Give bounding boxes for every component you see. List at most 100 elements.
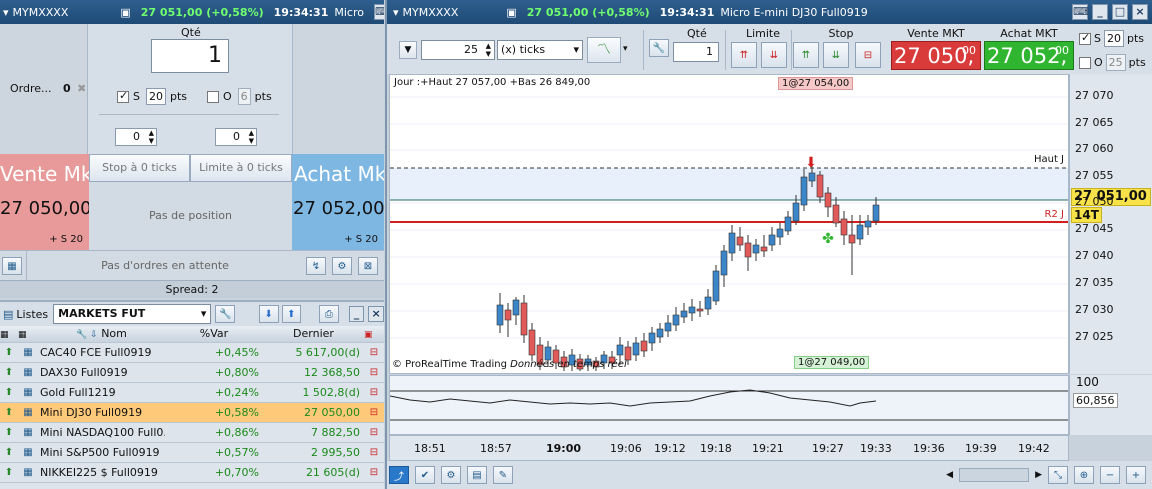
maximize-icon[interactable]: □ <box>1112 4 1128 20</box>
oscillator-path <box>390 389 877 407</box>
zoom-in-icon[interactable]: + <box>1126 466 1146 484</box>
stop-button[interactable]: Stop à 0 ticks <box>89 154 190 182</box>
horizontal-scrollbar[interactable] <box>959 468 1030 482</box>
wrench-icon[interactable]: 🔧 <box>215 305 235 323</box>
alert-icon[interactable]: ⚙ <box>441 466 461 484</box>
chart-type-icon[interactable]: 〽 <box>587 37 621 63</box>
chart-icon[interactable]: ▦ <box>18 462 38 483</box>
list-minimize-icon[interactable]: _ <box>348 306 365 322</box>
chart-icon[interactable]: ▦ <box>18 442 38 463</box>
order-tag-top[interactable]: 1@27 054,00 <box>778 77 854 90</box>
price-axis[interactable]: 27 051,00 14T 27 070 27 065 27 060 27 055 27… <box>1069 74 1152 374</box>
share-icon[interactable]: ⤴ <box>389 466 409 484</box>
trend-up-icon[interactable]: ⬆ <box>0 462 18 483</box>
o-checkbox[interactable] <box>207 90 219 103</box>
scroll-left-icon[interactable]: ◀ <box>946 470 953 480</box>
col-name-header[interactable]: 🔧 ⇩ Nom <box>38 326 165 343</box>
sell-mkt-button[interactable]: 27 050, 00 <box>891 41 981 70</box>
chart-qty-input[interactable]: 1 <box>673 42 719 62</box>
order-tag-bottom[interactable]: 1@27 049,00 <box>794 356 870 369</box>
sell-limit-icon[interactable]: ⇊ <box>761 42 787 68</box>
buy-market-button[interactable]: Achat Mk 27 052,00 + S 20 <box>292 154 384 250</box>
list-item[interactable]: ⬆ ▦ Gold Full1219 +0,24% 1 502,8(d) ⊟ <box>0 382 384 403</box>
buy-limit-icon[interactable]: ⇈ <box>731 42 757 68</box>
chevron-down-icon[interactable]: ▾ <box>3 6 9 19</box>
time-axis[interactable]: 18:51 18:57 19:00 19:06 19:12 19:18 19:21 19:27… <box>389 435 1069 461</box>
limit-stepper[interactable]: 0 ▲ ▼ <box>215 128 257 146</box>
move-up-icon[interactable]: ⬆ <box>281 305 302 323</box>
close-positions-icon[interactable]: ⊠ <box>358 257 378 275</box>
window-menu-icon[interactable]: ▣ <box>506 6 516 19</box>
chart-o-value[interactable]: 25 <box>1105 54 1126 71</box>
wrench-icon[interactable]: 🔧 <box>649 39 669 57</box>
orders-list-icon[interactable]: ▦ <box>2 257 22 275</box>
trend-up-icon[interactable]: ⬆ <box>0 402 18 423</box>
sell-stop-icon[interactable]: ⇊ <box>823 42 849 68</box>
period-input[interactable]: 25 ▲ ▼ <box>421 40 495 60</box>
col-var-header[interactable]: %Var <box>165 326 263 343</box>
s-value[interactable]: 20 <box>145 88 166 105</box>
stop-stepper[interactable]: 0 ▲ ▼ <box>115 128 157 146</box>
list-item[interactable]: ⬆ ▦ Mini S&P500 Full0919 +0,57% 2 995,50 ⊟ <box>0 442 384 463</box>
trend-up-icon[interactable]: ⬆ <box>0 422 18 443</box>
zoom-reset-icon[interactable]: ⤡ <box>1048 466 1068 484</box>
remove-icon[interactable]: ⊟ <box>364 362 384 383</box>
trend-up-icon[interactable]: ⬆ <box>0 382 18 403</box>
zoom-out-icon[interactable]: − <box>1100 466 1120 484</box>
chart-icon[interactable]: ▦ <box>18 382 38 403</box>
remove-icon[interactable]: ⊟ <box>364 462 384 483</box>
chart-s-checkbox[interactable] <box>1079 31 1091 45</box>
zoom-fit-icon[interactable]: ⊕ <box>1074 466 1094 484</box>
minimize-icon[interactable]: _ <box>1092 4 1108 20</box>
period-unit-select[interactable]: (x) ticks ▾ <box>497 40 583 60</box>
sell-market-button[interactable]: Vente Mk 27 050,00 + S 20 <box>0 154 89 250</box>
timeframe-dropdown-icon[interactable]: ▼ <box>399 41 417 59</box>
buy-mkt-button[interactable]: 27 052, 00 <box>984 41 1074 70</box>
limit-button[interactable]: Limite à 0 ticks <box>190 154 292 182</box>
stop-order-icon[interactable]: ⊟ <box>855 42 881 68</box>
chart-s-value[interactable]: 20 <box>1103 30 1124 47</box>
trend-up-icon[interactable]: ⬆ <box>0 442 18 463</box>
chart-icon[interactable]: ▦ <box>18 402 38 423</box>
trend-up-icon[interactable]: ⬆ <box>0 362 18 383</box>
buy-stop-icon[interactable]: ⇈ <box>793 42 819 68</box>
list-item[interactable]: ⬆ ▦ Mini NASDAQ100 Full0... +0,86% 7 882,50 ⊟ <box>0 422 384 443</box>
chart-trade-icon[interactable]: ↯ <box>306 257 326 275</box>
price-chart[interactable]: ⬇ ✤ Jour :+Haut 27 057,00 +Bas 26 849,00 … <box>389 74 1069 374</box>
chevron-down-icon[interactable]: ▾ <box>393 6 399 19</box>
remove-icon[interactable]: ⊟ <box>364 342 384 363</box>
remove-icon[interactable]: ⊟ <box>364 382 384 403</box>
close-icon[interactable]: × <box>1132 4 1148 20</box>
indicator-icon[interactable]: ✔ <box>415 466 435 484</box>
remove-icon[interactable]: ⊟ <box>364 422 384 443</box>
list-item[interactable]: ⬆ ▦ NIKKEI225 $ Full0919 +0,70% 21 605(d) ⊟ <box>0 462 384 483</box>
list-item[interactable]: ⬆ ▦ Mini DJ30 Full0919 +0,58% 27 050,00 ⊟ <box>0 402 384 423</box>
settings-icon[interactable]: ⚙ <box>332 257 352 275</box>
list-close-icon[interactable]: × <box>368 306 384 322</box>
o-value[interactable]: 6 <box>237 88 251 105</box>
chart-type-dropdown-icon[interactable]: ▾ <box>623 44 628 54</box>
chart-icon[interactable]: ▦ <box>18 422 38 443</box>
keyboard-icon[interactable]: ⌨ <box>1072 4 1089 20</box>
delete-icon[interactable]: ✖ <box>77 82 86 95</box>
list-icon[interactable]: ▤ <box>467 466 487 484</box>
qty-input[interactable]: 1 <box>151 39 229 73</box>
list-select[interactable]: MARKETS FUT ▾ <box>53 304 212 324</box>
remove-icon[interactable]: ⊟ <box>364 442 384 463</box>
window-menu-icon[interactable]: ▣ <box>120 6 130 19</box>
chart-icon[interactable]: ▦ <box>18 342 38 363</box>
list-item[interactable]: ⬆ ▦ DAX30 Full0919 +0,80% 12 368,50 ⊟ <box>0 362 384 383</box>
oscillator-chart[interactable] <box>389 375 1069 435</box>
trend-up-icon[interactable]: ⬆ <box>0 342 18 363</box>
print-icon[interactable]: ⎙ <box>319 305 339 323</box>
chart-o-checkbox[interactable] <box>1079 56 1091 69</box>
scroll-right-icon[interactable]: ▶ <box>1035 470 1042 480</box>
s-checkbox[interactable] <box>117 89 129 103</box>
list-item[interactable]: ⬆ ▦ CAC40 FCE Full0919 +0,45% 5 617,00(d) ⊟ <box>0 342 384 363</box>
col-last-header[interactable]: Dernier <box>263 326 364 343</box>
drawing-icon[interactable]: ✎ <box>493 466 513 484</box>
keyboard-icon[interactable]: ⌨ <box>373 4 384 20</box>
move-down-icon[interactable]: ⬇ <box>258 305 279 323</box>
chart-icon[interactable]: ▦ <box>18 362 38 383</box>
remove-icon[interactable]: ⊟ <box>364 402 384 423</box>
